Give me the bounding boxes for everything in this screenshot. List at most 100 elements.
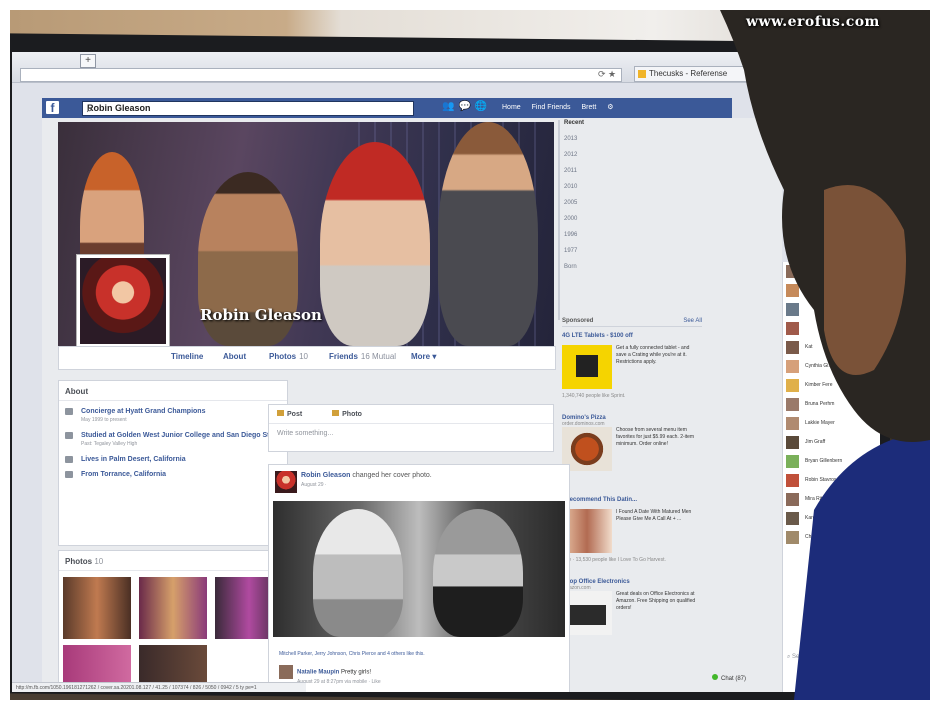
favicon-icon <box>638 70 646 78</box>
year-item[interactable]: Born <box>564 264 596 270</box>
tab-friends-count: 16 Mutual <box>360 352 397 361</box>
about-work-sub: May 1999 to present <box>81 417 127 423</box>
about-lives[interactable]: Lives in Palm Desert, California <box>65 455 281 464</box>
profile-picture[interactable] <box>76 254 170 348</box>
ad-image[interactable] <box>562 345 612 389</box>
tab-photos-count: 10 <box>299 352 309 361</box>
scene: + ⟳ ★ Thecusks - Referense f Robin Gleas… <box>10 10 930 700</box>
nav-home[interactable]: Home <box>502 104 521 111</box>
ad-text: Choose from several menu item favorites … <box>616 427 695 447</box>
tab-photos-label: Photos <box>269 352 297 361</box>
commenter-name[interactable]: Natalie Maupin <box>297 670 339 676</box>
search-input[interactable]: Robin Gleason ⌕ <box>82 101 414 116</box>
post-date[interactable]: August 29 · <box>301 482 327 488</box>
profile-name[interactable]: Robin Gleason <box>200 306 322 324</box>
search-icon[interactable]: ⌕ <box>87 103 410 116</box>
location-pin-icon <box>65 471 73 478</box>
year-item[interactable]: 2000 <box>564 216 596 222</box>
profile-content: Robin Gleason Timeline About Photos 10 Fr… <box>42 118 782 692</box>
about-title[interactable]: About <box>59 381 287 401</box>
ad-title[interactable]: 4G LTE Tablets - $100 off <box>562 333 702 339</box>
year-item[interactable]: 2011 <box>564 168 596 174</box>
about-from[interactable]: From Torrance, California <box>65 470 281 479</box>
timeline-tabs: Timeline About Photos 10 Friends 16 Mutual… <box>58 346 556 370</box>
facebook-logo-icon[interactable]: f <box>46 101 59 115</box>
ad-title[interactable]: I Recommend This Datin... <box>562 497 702 503</box>
photo-thumbnail[interactable] <box>139 577 207 639</box>
composer-post-label: Post <box>287 411 303 418</box>
see-all-link[interactable]: See All <box>683 318 702 324</box>
comment-text: Pretty girls! <box>341 669 372 676</box>
about-education-sub: Past: Tegaley Valley High <box>81 441 138 447</box>
ad-item[interactable]: 4G LTE Tablets - $100 off Get a fully co… <box>562 333 702 409</box>
ad-text: Get a fully connected tablet - and save … <box>616 345 690 365</box>
about-from-text: From Torrance, California <box>81 471 167 478</box>
tab-friends[interactable]: Friends 16 Mutual <box>329 352 396 361</box>
about-education[interactable]: Studied at Golden West Junior College an… <box>65 431 281 449</box>
tab-timeline[interactable]: Timeline <box>171 352 203 361</box>
post-author[interactable]: Robin Gleason <box>301 472 350 479</box>
top-nav: Home Find Friends Brett ⚙ <box>502 103 623 111</box>
year-item[interactable]: 1996 <box>564 232 596 238</box>
post-comment: Natalie Maupin Pretty girls! <box>279 665 371 679</box>
facebook-top-bar: f Robin Gleason ⌕ 👥💬🌐 Home Find Friends … <box>42 98 732 119</box>
composer-photo-label: Photo <box>342 411 362 418</box>
ad-item[interactable]: Shop Office Electronics amazon.com Great… <box>562 579 702 655</box>
graduation-cap-icon <box>65 432 73 439</box>
ad-item[interactable]: I Recommend This Datin... I Found A Date… <box>562 497 702 573</box>
post-author-avatar[interactable] <box>275 471 297 493</box>
composer-input[interactable]: Write something... <box>269 424 553 443</box>
cover-figure <box>320 142 430 346</box>
home-icon <box>65 456 73 463</box>
browser-status-bar: http://m.fb.com/1050.196181271262 / cove… <box>12 682 306 692</box>
year-item[interactable]: 2010 <box>564 184 596 190</box>
post-header: Robin Gleason changed her cover photo. <box>301 472 432 479</box>
photos-count: 10 <box>94 557 104 566</box>
ad-like-count: Like · 13,530 people like I Love To Go H… <box>562 557 666 563</box>
tab-more[interactable]: More ▾ <box>411 352 436 361</box>
year-item[interactable]: 1977 <box>564 248 596 254</box>
refresh-icon[interactable]: ⟳ ★ <box>598 69 616 80</box>
composer-post-tab[interactable]: Post <box>277 410 316 418</box>
photo-thumbnail[interactable] <box>63 577 131 639</box>
year-item[interactable]: 2013 <box>564 136 596 142</box>
post-photo[interactable] <box>273 501 565 637</box>
ad-text: I Found A Date With Matured Men Please G… <box>616 509 692 522</box>
nav-profile[interactable]: Brett <box>582 104 597 111</box>
tab-friends-label: Friends <box>329 352 358 361</box>
settings-icon[interactable]: ⚙ <box>607 104 613 111</box>
post-photo-figure <box>433 509 523 637</box>
timeline-post: Robin Gleason changed her cover photo. A… <box>268 464 570 692</box>
sponsored-header: Sponsored See All <box>562 318 702 327</box>
notification-icons[interactable]: 👥💬🌐 <box>442 101 491 112</box>
comment-meta: August 29 at 8:27pm via mobile · Like <box>297 679 381 685</box>
year-item[interactable]: Recent <box>564 120 596 126</box>
briefcase-icon <box>65 408 73 415</box>
about-work-text: Concierge at Hyatt Grand Champions <box>81 408 206 415</box>
year-item[interactable]: 2005 <box>564 200 596 206</box>
tab-photos[interactable]: Photos 10 <box>269 352 308 361</box>
pencil-icon <box>277 410 284 416</box>
about-work[interactable]: Concierge at Hyatt Grand Champions May 19… <box>65 407 281 425</box>
address-bar[interactable] <box>20 68 622 82</box>
year-item[interactable]: 2012 <box>564 152 596 158</box>
sponsored-title: Sponsored <box>562 318 594 324</box>
about-lives-text: Lives in Palm Desert, California <box>81 456 186 463</box>
post-composer: Post Photo Write something... <box>268 404 554 452</box>
viewer-silhouette <box>720 10 930 700</box>
photos-box: Photos 10 <box>58 550 288 692</box>
sponsored-column: Sponsored See All 4G LTE Tablets - $100 … <box>562 318 702 688</box>
photos-title[interactable]: Photos 10 <box>59 551 287 571</box>
about-box: About Concierge at Hyatt Grand Champions… <box>58 380 288 546</box>
commenter-avatar[interactable] <box>279 665 293 679</box>
viewer-shoulder <box>794 430 930 700</box>
photos-title-label: Photos <box>65 557 93 566</box>
ad-item[interactable]: Domino's Pizza order.dominos.com Choose … <box>562 415 702 491</box>
ad-like-count: 1,340,740 people like Sprint. <box>562 393 626 399</box>
new-tab-button[interactable]: + <box>80 54 96 68</box>
about-education-text: Studied at Golden West Junior College an… <box>81 432 280 439</box>
nav-find-friends[interactable]: Find Friends <box>532 104 571 111</box>
tab-about[interactable]: About <box>223 352 246 361</box>
composer-photo-tab[interactable]: Photo <box>332 410 376 418</box>
post-likes[interactable]: Mitchell Parker, Jerry Johnson, Chris Pi… <box>279 651 425 657</box>
